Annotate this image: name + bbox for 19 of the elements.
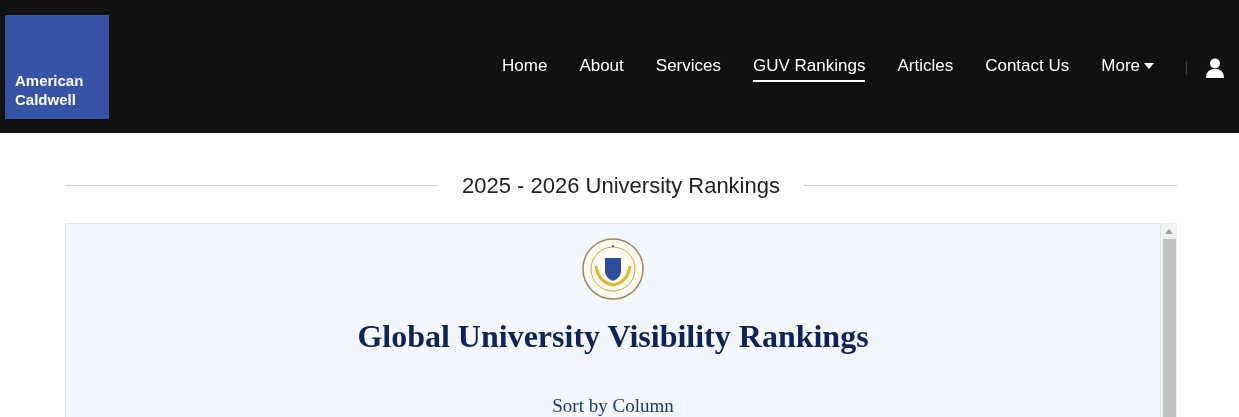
nav-link[interactable]: About bbox=[579, 53, 624, 82]
user-icon[interactable] bbox=[1205, 57, 1225, 78]
nav-link[interactable]: Home bbox=[502, 53, 548, 82]
section-title: 2025 - 2026 University Rankings bbox=[462, 172, 780, 200]
nav-link[interactable]: GUV Rankings bbox=[753, 53, 866, 82]
scroll-thumb[interactable] bbox=[1162, 239, 1176, 417]
nav-link[interactable]: Contact Us bbox=[985, 53, 1070, 82]
panel-title: Global University Visibility Rankings bbox=[357, 317, 869, 356]
seal-logo bbox=[580, 238, 646, 300]
sort-label: Sort by Column bbox=[552, 394, 674, 417]
scroll-up-icon[interactable] bbox=[1165, 229, 1173, 234]
logo-text: Caldwell bbox=[15, 89, 77, 109]
nav-link[interactable]: Articles bbox=[897, 53, 954, 82]
caret-icon bbox=[1144, 63, 1154, 69]
nav-link[interactable]: More bbox=[1101, 53, 1154, 82]
nav-link[interactable]: Services bbox=[655, 53, 721, 82]
brand-logo[interactable]: American Caldwell bbox=[5, 14, 109, 119]
logo-text: American bbox=[15, 70, 85, 90]
scrollbar[interactable] bbox=[1161, 223, 1177, 417]
